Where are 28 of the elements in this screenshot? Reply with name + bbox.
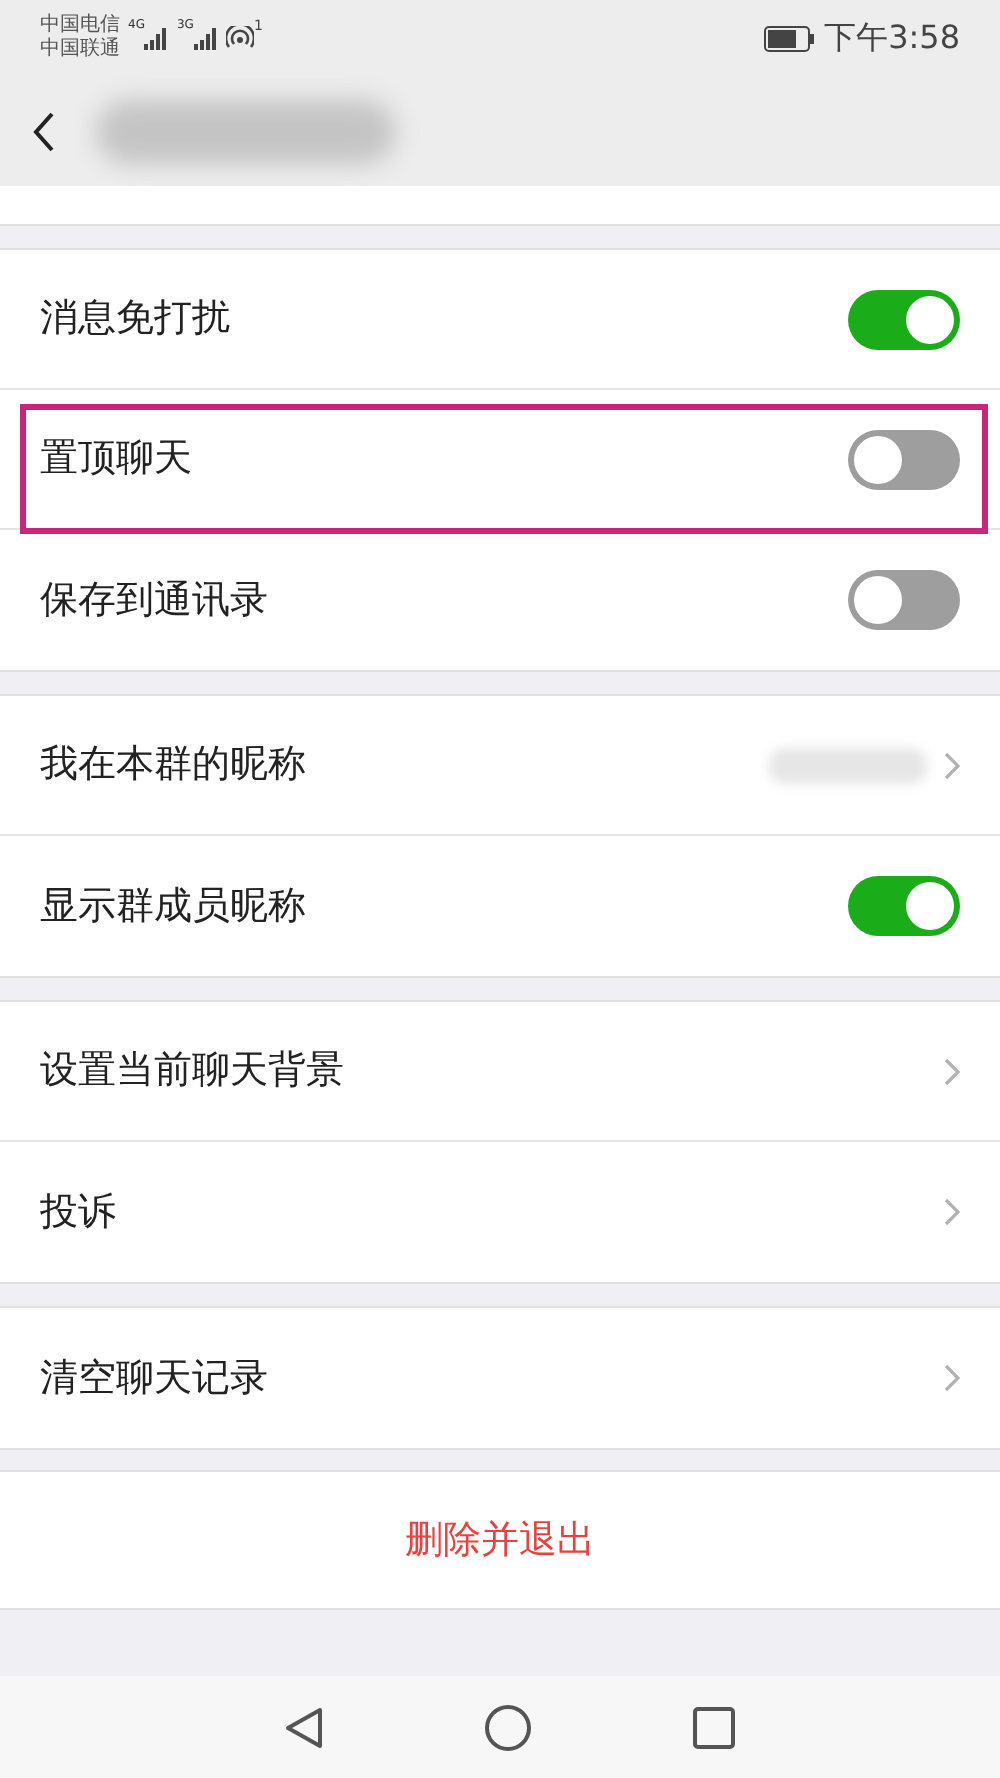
toggle-switch[interactable] <box>848 289 960 349</box>
setting-label: 设置当前聊天背景 <box>40 1046 344 1097</box>
delete-exit-button[interactable]: 删除并退出 <box>405 1511 595 1569</box>
setting-label: 我在本群的昵称 <box>40 740 306 791</box>
chevron-right-icon <box>944 1364 960 1392</box>
toggle-switch[interactable] <box>848 876 960 936</box>
chevron-right-icon <box>944 1198 960 1226</box>
signal-icon <box>193 27 218 49</box>
carrier-text: 中国联通 <box>40 38 120 62</box>
hotspot-icon <box>225 26 254 50</box>
back-icon[interactable] <box>32 111 56 151</box>
setting-label: 清空聊天记录 <box>40 1353 268 1404</box>
setting-label: 消息免打扰 <box>40 294 230 345</box>
signal-icon <box>144 27 169 49</box>
toggle-switch[interactable] <box>848 570 960 630</box>
setting-label: 置顶聊天 <box>40 434 192 485</box>
setting-label: 显示群成员昵称 <box>40 881 306 932</box>
setting-label: 保存到通讯录 <box>40 575 268 626</box>
setting-label: 投诉 <box>40 1187 116 1238</box>
chevron-right-icon <box>944 751 960 779</box>
toggle-switch[interactable] <box>848 429 960 489</box>
clock-text: 下午3:58 <box>824 16 960 60</box>
recents-icon[interactable] <box>692 1705 736 1749</box>
carrier-text: 中国电信 <box>40 14 120 37</box>
home-icon[interactable] <box>484 1703 532 1751</box>
battery-icon <box>764 25 817 51</box>
back-icon[interactable] <box>284 1705 324 1749</box>
chevron-right-icon <box>944 1057 960 1085</box>
